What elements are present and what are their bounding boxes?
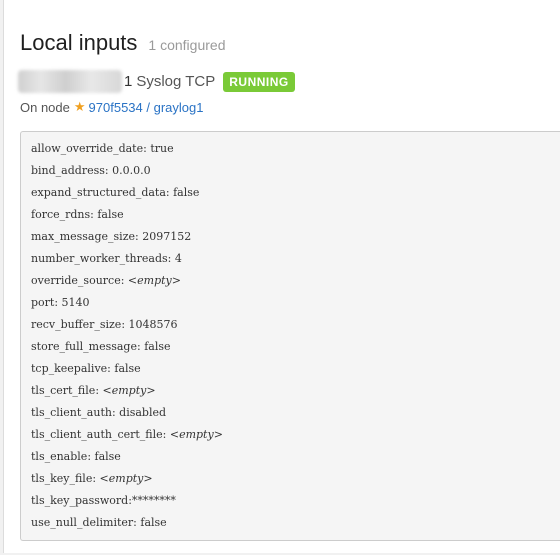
- config-key: tls_key_file: [31, 472, 93, 485]
- config-key: max_message_size: [31, 230, 136, 243]
- page-title: Local inputs: [20, 30, 138, 55]
- config-separator: :: [120, 274, 128, 287]
- config-line: tls_key_file: <empty>: [31, 468, 153, 490]
- config-separator: :: [121, 318, 129, 331]
- node-info: On node ★ 970f5534 / graylog1: [20, 99, 203, 115]
- config-line: tcp_keepalive: false: [31, 358, 141, 380]
- config-value: <empty>: [127, 274, 181, 287]
- config-value: false: [97, 208, 124, 221]
- config-key: tcp_keepalive: [31, 362, 108, 375]
- config-value: ********: [131, 494, 176, 507]
- config-value: 0.0.0.0: [112, 164, 151, 177]
- config-key: bind_address: [31, 164, 105, 177]
- config-value: false: [114, 362, 141, 375]
- config-value: <empty>: [99, 472, 153, 485]
- config-value: 2097152: [142, 230, 192, 243]
- config-line: tls_enable: false: [31, 446, 121, 468]
- config-line: tls_client_auth: disabled: [31, 402, 166, 424]
- status-badge: RUNNING: [223, 71, 295, 92]
- node-prefix: On node: [20, 99, 70, 115]
- config-separator: :: [162, 428, 170, 441]
- config-line: recv_buffer_size: 1048576: [31, 314, 178, 336]
- config-key: recv_buffer_size: [31, 318, 122, 331]
- config-line: expand_structured_data: false: [31, 182, 199, 204]
- config-key: store_full_message: [31, 340, 137, 353]
- input-type: Syslog TCP: [136, 73, 216, 90]
- config-key: number_worker_threads: [31, 252, 168, 265]
- node-link[interactable]: 970f5534 / graylog1: [89, 100, 204, 115]
- input-title-suffix: 1: [124, 73, 133, 90]
- config-line: allow_override_date: true: [31, 138, 174, 160]
- config-key: tls_client_auth_cert_file: [31, 428, 163, 441]
- config-line: port: 5140: [31, 292, 90, 314]
- config-line: number_worker_threads: 4: [31, 248, 182, 270]
- config-key: tls_cert_file: [31, 384, 96, 397]
- config-key: tls_key_password: [31, 494, 129, 507]
- input-header: 1 Syslog TCP RUNNING: [18, 70, 295, 93]
- config-value: <empty>: [169, 428, 223, 441]
- configured-count: 1 configured: [148, 37, 226, 53]
- config-key: tls_client_auth: [31, 406, 112, 419]
- config-separator: :: [54, 296, 62, 309]
- config-key: use_null_delimiter: [31, 516, 134, 529]
- config-line: bind_address: 0.0.0.0: [31, 160, 151, 182]
- config-value: 1048576: [128, 318, 178, 331]
- config-key: allow_override_date: [31, 142, 144, 155]
- config-line: max_message_size: 2097152: [31, 226, 191, 248]
- config-value: false: [144, 340, 171, 353]
- input-configuration: allow_override_date: true bind_address: 0…: [20, 131, 560, 541]
- config-line: use_null_delimiter: false: [31, 512, 167, 534]
- config-key: port: [31, 296, 55, 309]
- config-line: tls_cert_file: <empty>: [31, 380, 156, 402]
- redacted-input-title: [18, 70, 122, 93]
- page-heading: Local inputs 1 configured: [20, 30, 225, 56]
- config-value: disabled: [119, 406, 167, 419]
- config-value: false: [94, 450, 121, 463]
- config-value: false: [140, 516, 167, 529]
- config-line: force_rdns: false: [31, 204, 124, 226]
- config-value: <empty>: [102, 384, 156, 397]
- input-title: 1 Syslog TCP: [124, 73, 215, 90]
- config-key: expand_structured_data: [31, 186, 166, 199]
- local-inputs-panel: Local inputs 1 configured 1 Syslog TCP RU…: [3, 0, 560, 553]
- config-value: 4: [174, 252, 182, 265]
- config-separator: :: [104, 164, 113, 177]
- config-key: force_rdns: [31, 208, 91, 221]
- config-line: store_full_message: false: [31, 336, 171, 358]
- config-separator: :: [92, 472, 100, 485]
- config-key: override_source: [31, 274, 121, 287]
- config-separator: :: [167, 252, 175, 265]
- config-line: override_source: <empty>: [31, 270, 181, 292]
- config-value: false: [173, 186, 200, 199]
- config-separator: :: [87, 450, 95, 463]
- config-value: true: [150, 142, 174, 155]
- config-key: tls_enable: [31, 450, 88, 463]
- star-icon: ★: [73, 99, 86, 114]
- config-separator: :: [95, 384, 103, 397]
- config-line: tls_key_password:********: [31, 490, 176, 512]
- config-line: tls_client_auth_cert_file: <empty>: [31, 424, 223, 446]
- config-value: 5140: [61, 296, 90, 309]
